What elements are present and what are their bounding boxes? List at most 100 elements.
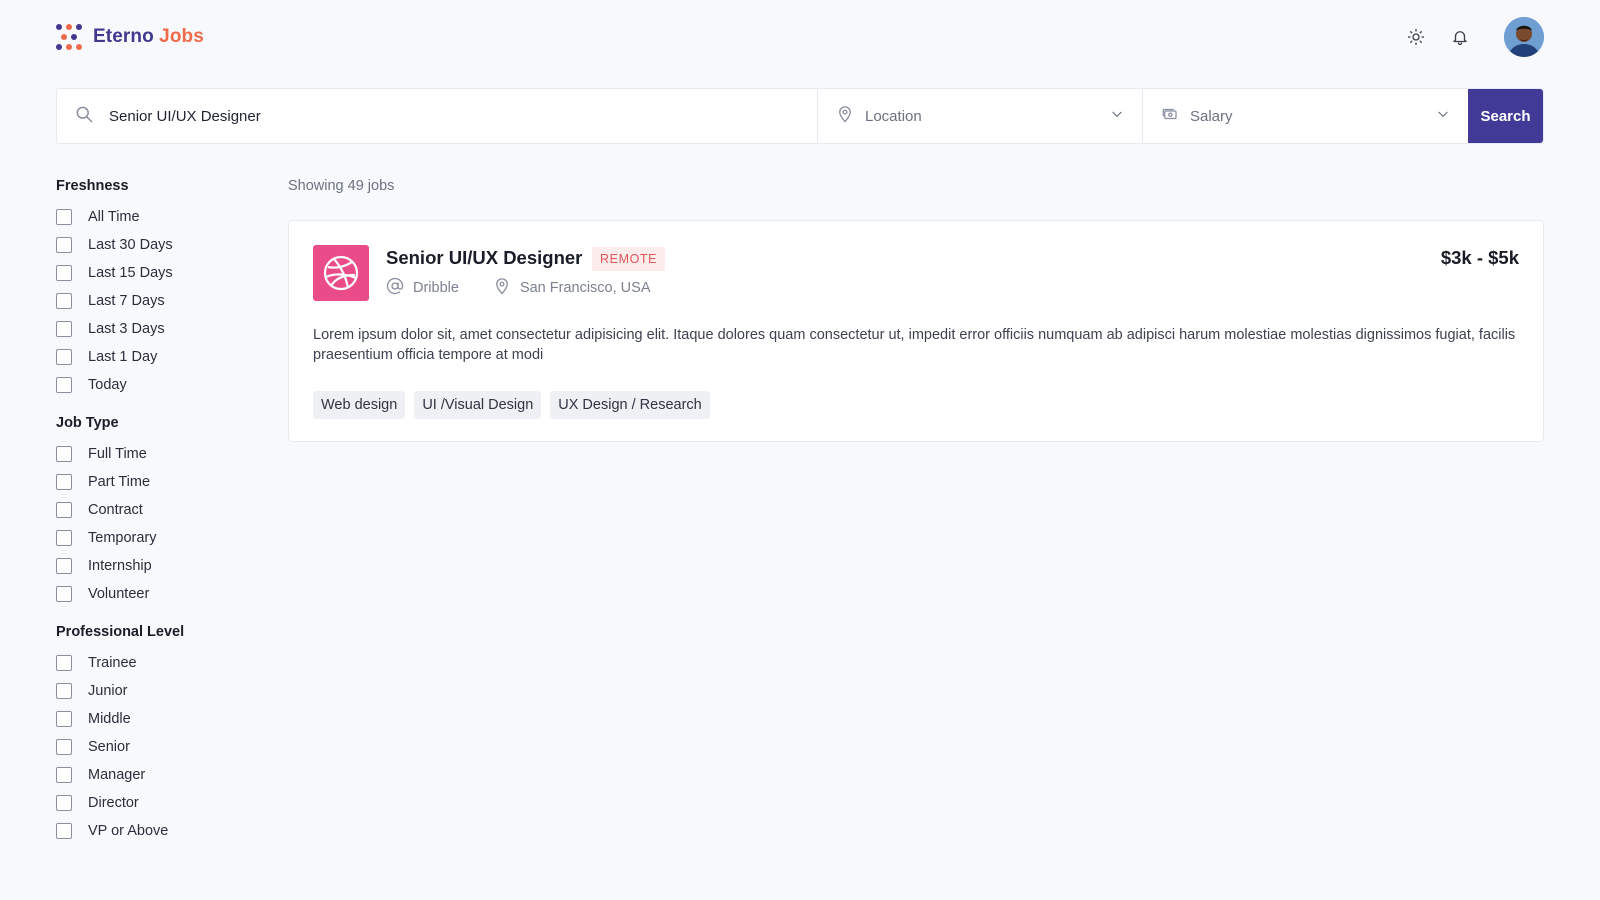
filter-option-all-time[interactable]: All Time [56, 203, 256, 231]
job-company: Dribble [386, 277, 459, 299]
job-title[interactable]: Senior UI/UX Designer [386, 247, 582, 269]
checkbox[interactable] [56, 795, 72, 811]
search-query-text[interactable]: Senior UI/UX Designer [109, 108, 261, 125]
filter-option-label: Middle [88, 711, 131, 727]
brand-name: Eterno Jobs [93, 26, 204, 48]
money-icon [1161, 105, 1179, 128]
filter-option-label: Last 15 Days [88, 265, 173, 281]
checkbox[interactable] [56, 683, 72, 699]
filter-option-label: Last 30 Days [88, 237, 173, 253]
filter-option-last-1-day[interactable]: Last 1 Day [56, 343, 256, 371]
skill-tag[interactable]: Web design [313, 391, 406, 419]
filter-option-junior[interactable]: Junior [56, 677, 256, 705]
filter-option-label: Last 7 Days [88, 293, 165, 309]
checkbox[interactable] [56, 446, 72, 462]
checkbox[interactable] [56, 293, 72, 309]
job-location: San Francisco, USA [493, 277, 651, 299]
checkbox[interactable] [56, 265, 72, 281]
filter-group-professional-level: Professional Level Trainee Junior Middle Se… [56, 622, 256, 845]
user-avatar[interactable] [1504, 17, 1544, 57]
checkbox[interactable] [56, 586, 72, 602]
checkbox[interactable] [56, 237, 72, 253]
filter-option-label: Senior [88, 739, 130, 755]
filter-option-manager[interactable]: Manager [56, 761, 256, 789]
filter-option-last-15-days[interactable]: Last 15 Days [56, 259, 256, 287]
logo-mark-icon [56, 24, 82, 50]
salary-label: Salary [1190, 107, 1233, 125]
filter-option-contract[interactable]: Contract [56, 496, 256, 524]
dribbble-icon [323, 255, 359, 291]
checkbox[interactable] [56, 530, 72, 546]
filter-option-vp-or-above[interactable]: VP or Above [56, 817, 256, 845]
job-meta: Dribble San Francisco, USA [386, 277, 651, 299]
filter-group-title: Professional Level [56, 624, 185, 640]
remote-badge: REMOTE [592, 247, 666, 271]
search-button[interactable]: Search [1468, 89, 1543, 143]
filter-option-internship[interactable]: Internship [56, 552, 256, 580]
checkbox[interactable] [56, 209, 72, 225]
filter-option-label: Part Time [88, 474, 151, 490]
filters-sidebar: Freshness All Time Last 30 Days Last 15 Da… [56, 176, 256, 859]
filter-group-title: Job Type [56, 415, 119, 431]
location-name: San Francisco, USA [519, 280, 651, 296]
filter-option-temporary[interactable]: Temporary [56, 524, 256, 552]
filter-option-today[interactable]: Today [56, 371, 256, 399]
salary-select[interactable]: Salary [1143, 89, 1468, 143]
checkbox[interactable] [56, 349, 72, 365]
bell-icon[interactable] [1450, 27, 1470, 47]
filter-option-last-3-days[interactable]: Last 3 Days [56, 315, 256, 343]
brand-name-part1: Eterno [93, 26, 154, 47]
checkbox[interactable] [56, 739, 72, 755]
filter-option-label: Last 3 Days [88, 321, 165, 337]
location-pin-icon [836, 105, 854, 128]
company-logo [313, 245, 369, 301]
search-input[interactable]: Senior UI/UX Designer [57, 89, 818, 143]
job-search-bar: Senior UI/UX Designer Location Salary Se… [56, 88, 1544, 144]
sun-icon[interactable] [1406, 27, 1426, 47]
location-select[interactable]: Location [818, 89, 1143, 143]
checkbox[interactable] [56, 823, 72, 839]
filter-option-part-time[interactable]: Part Time [56, 468, 256, 496]
filter-option-label: Full Time [88, 446, 147, 462]
checkbox[interactable] [56, 655, 72, 671]
filter-option-label: All Time [88, 209, 140, 225]
filter-option-middle[interactable]: Middle [56, 705, 256, 733]
brand-logo[interactable]: Eterno Jobs [56, 24, 204, 50]
filter-group-title: Freshness [56, 178, 129, 194]
filter-option-label: Manager [88, 767, 146, 783]
filter-option-last-7-days[interactable]: Last 7 Days [56, 287, 256, 315]
filter-option-director[interactable]: Director [56, 789, 256, 817]
checkbox[interactable] [56, 321, 72, 337]
filter-option-label: Contract [88, 502, 143, 518]
filter-list: All Time Last 30 Days Last 15 Days Last 7 D… [56, 203, 256, 399]
filter-option-last-30-days[interactable]: Last 30 Days [56, 231, 256, 259]
checkbox[interactable] [56, 377, 72, 393]
skill-tag[interactable]: UX Design / Research [550, 391, 710, 419]
checkbox[interactable] [56, 711, 72, 727]
filter-option-label: Internship [88, 558, 152, 574]
filter-list: Full Time Part Time Contract Temporary Inter… [56, 440, 256, 608]
at-sign-icon [386, 277, 404, 299]
skill-tag[interactable]: UI /Visual Design [414, 391, 542, 419]
filter-option-label: Junior [88, 683, 128, 699]
filter-option-senior[interactable]: Senior [56, 733, 256, 761]
chevron-down-icon [1436, 107, 1450, 126]
job-salary: $3k - $5k [1440, 247, 1519, 268]
checkbox[interactable] [56, 558, 72, 574]
filter-option-label: Trainee [88, 655, 137, 671]
brand-name-part2: Jobs [159, 26, 204, 47]
checkbox[interactable] [56, 767, 72, 783]
filter-option-volunteer[interactable]: Volunteer [56, 580, 256, 608]
company-name: Dribble [413, 280, 459, 296]
location-label: Location [865, 107, 922, 125]
checkbox[interactable] [56, 502, 72, 518]
search-icon [74, 104, 94, 129]
filter-option-label: VP or Above [88, 823, 169, 839]
filter-group-freshness: Freshness All Time Last 30 Days Last 15 Da… [56, 176, 256, 399]
filter-option-trainee[interactable]: Trainee [56, 649, 256, 677]
checkbox[interactable] [56, 474, 72, 490]
filter-option-full-time[interactable]: Full Time [56, 440, 256, 468]
filter-list: Trainee Junior Middle Senior Manager Director… [56, 649, 256, 845]
results-count: Showing 49 jobs [288, 178, 395, 194]
job-card[interactable]: Senior UI/UX Designer REMOTE $3k - $5k D… [288, 220, 1544, 442]
